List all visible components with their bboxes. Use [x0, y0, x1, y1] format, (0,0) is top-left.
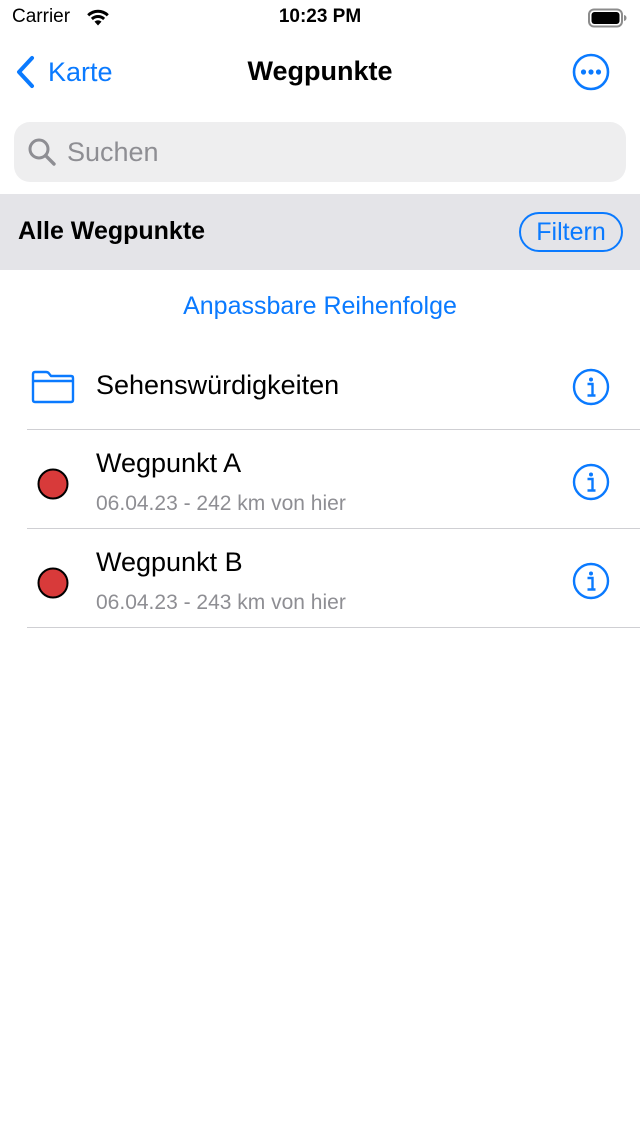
search-icon [28, 138, 56, 166]
search-bar[interactable] [14, 122, 626, 182]
custom-order-link[interactable]: Anpassbare Reihenfolge [0, 292, 640, 321]
info-icon[interactable] [572, 368, 610, 406]
search-input[interactable] [67, 136, 587, 168]
folder-icon [31, 370, 75, 404]
navigation-bar: Karte Wegpunkte [0, 40, 640, 104]
filter-button[interactable]: Filtern [519, 212, 623, 252]
waypoint-marker-icon [37, 567, 69, 599]
waypoint-list: Sehenswürdigkeiten Wegpunkt A 06.04.23 -… [0, 340, 640, 628]
waypoint-title: Wegpunkt B [96, 547, 243, 577]
section-title: Alle Wegpunkte [18, 217, 206, 245]
waypoint-row[interactable]: Wegpunkt A 06.04.23 - 242 km von hier [0, 430, 640, 529]
waypoint-marker-icon [37, 468, 69, 500]
waypoint-subtitle: 06.04.23 - 243 km von hier [96, 591, 346, 614]
status-bar: Carrier 10:23 PM [0, 0, 640, 36]
battery-icon [588, 8, 627, 28]
row-separator [27, 627, 640, 628]
status-time: 10:23 PM [278, 6, 362, 27]
more-options-icon[interactable] [572, 53, 610, 91]
waypoint-title: Wegpunkt A [96, 448, 242, 478]
folder-row[interactable]: Sehenswürdigkeiten [0, 340, 640, 430]
folder-label: Sehenswürdigkeiten [96, 370, 340, 400]
info-icon[interactable] [572, 562, 610, 600]
waypoint-subtitle: 06.04.23 - 242 km von hier [96, 492, 346, 515]
page-title: Wegpunkte [247, 56, 393, 86]
info-icon[interactable] [572, 463, 610, 501]
waypoint-row[interactable]: Wegpunkt B 06.04.23 - 243 km von hier [0, 529, 640, 628]
